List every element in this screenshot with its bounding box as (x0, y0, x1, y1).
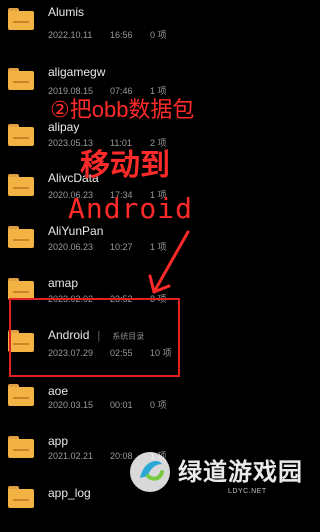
annotation-step: ②把obb数据包 (50, 97, 195, 122)
folder-icon (8, 174, 34, 196)
list-item[interactable]: aoe 2020.03.15 00:01 0 项 (0, 378, 300, 432)
folder-count: 0 项 (150, 400, 167, 410)
folder-name: app (48, 434, 69, 448)
highlight-box (9, 298, 180, 377)
folder-icon (8, 436, 34, 458)
watermark: 绿道游戏园 LDYC.NET (120, 448, 303, 508)
folder-name: AliYunPan (48, 224, 104, 238)
folder-date: 2021.02.21 (48, 451, 94, 461)
folder-time: 16:56 (110, 30, 133, 40)
folder-name: aligamegw (48, 65, 106, 79)
watermark-logo (130, 452, 170, 492)
folder-name: Alumis (48, 5, 85, 19)
folder-name: app_log (48, 486, 91, 500)
folder-icon (8, 384, 34, 406)
folder-count: 0 项 (150, 30, 167, 40)
folder-icon (8, 68, 34, 90)
folder-icon (8, 278, 34, 300)
list-item[interactable]: Alumis 2022.10.11 16:56 0 项 (0, 0, 300, 46)
folder-meta: 2022.10.11 16:56 0 项 (48, 28, 167, 41)
annotation-target: Android (68, 192, 194, 225)
folder-icon (8, 486, 34, 508)
annotation-move-to: 移动到 (80, 149, 170, 182)
arrow-annotation (148, 230, 190, 294)
folder-date: 2020.06.23 (48, 242, 94, 252)
folder-name: amap (48, 276, 79, 290)
folder-time: 00:01 (110, 400, 133, 410)
folder-date: 2020.03.15 (48, 400, 94, 410)
folder-meta: 2020.03.15 00:01 0 项 (48, 398, 167, 411)
watermark-text: 绿道游戏园 (178, 459, 303, 486)
watermark-subtext: LDYC.NET (228, 488, 267, 495)
folder-name: aoe (48, 384, 69, 398)
folder-icon (8, 226, 34, 248)
folder-icon (8, 8, 34, 30)
folder-icon (8, 124, 34, 146)
folder-date: 2022.10.11 (48, 30, 93, 40)
